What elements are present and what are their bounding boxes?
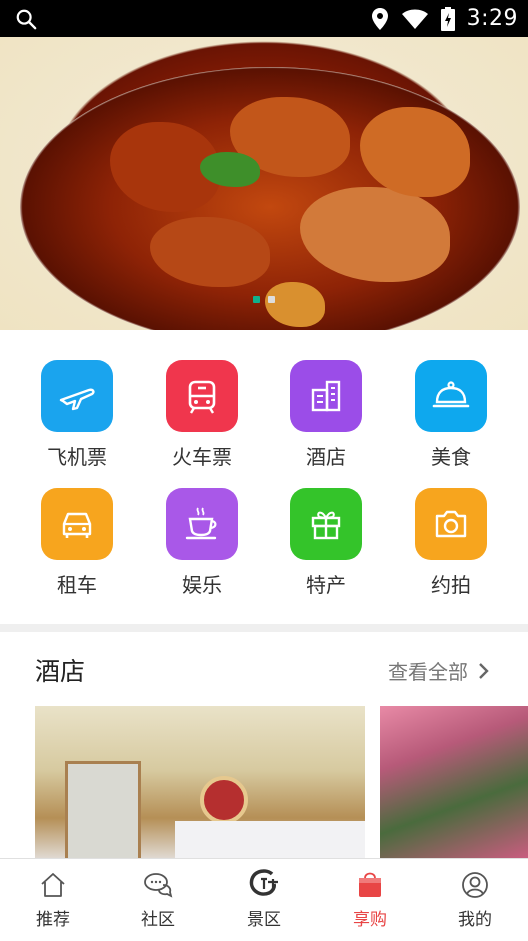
tab-label: 享购 — [353, 910, 387, 930]
shopping-bag-icon — [359, 872, 381, 897]
banner-dot — [268, 296, 275, 303]
category-label: 特产 — [306, 573, 346, 597]
bottom-nav: 推荐 社区 景区 享购 我的 — [0, 858, 528, 941]
see-all-label: 查看全部 — [388, 660, 468, 684]
category-entertainment[interactable]: 娱乐 — [147, 488, 257, 598]
car-icon — [41, 488, 113, 560]
tab-scenic[interactable]: 景区 — [211, 859, 317, 941]
tab-label: 推荐 — [36, 910, 70, 930]
tab-label: 我的 — [458, 910, 492, 930]
tab-community[interactable]: 社区 — [105, 859, 211, 941]
see-all-link[interactable]: 查看全部 — [388, 656, 490, 685]
tab-shopping[interactable]: 享购 — [317, 859, 423, 941]
hotel-card-image[interactable] — [35, 706, 365, 866]
category-label: 娱乐 — [182, 573, 222, 597]
category-label: 美食 — [431, 445, 471, 469]
tab-label: 景区 — [247, 910, 281, 930]
section-divider — [0, 624, 528, 632]
hotel-card-image[interactable] — [380, 706, 528, 866]
category-car-rental[interactable]: 租车 — [22, 488, 132, 598]
status-time: 3:29 — [466, 6, 518, 31]
tab-mine[interactable]: 我的 — [422, 859, 528, 941]
wifi-icon — [401, 9, 428, 29]
scenic-logo-icon — [249, 869, 278, 896]
tab-recommend[interactable]: 推荐 — [0, 859, 106, 941]
home-icon — [41, 873, 65, 897]
section-title: 酒店 — [35, 657, 86, 686]
category-label: 租车 — [57, 573, 97, 597]
search-icon[interactable] — [15, 8, 37, 30]
category-food[interactable]: 美食 — [396, 360, 506, 470]
banner-dot-active — [253, 296, 260, 303]
location-icon — [371, 7, 388, 30]
food-cloche-icon — [415, 360, 487, 432]
plane-icon — [41, 360, 113, 432]
category-specialty[interactable]: 特产 — [271, 488, 381, 598]
gift-icon — [290, 488, 362, 560]
category-label: 飞机票 — [47, 445, 107, 469]
status-bar: 3:29 — [0, 0, 528, 37]
category-label: 酒店 — [306, 445, 346, 469]
category-photo-shoot[interactable]: 约拍 — [396, 488, 506, 598]
chat-icon — [144, 873, 173, 898]
train-icon — [166, 360, 238, 432]
category-label: 火车票 — [172, 445, 232, 469]
coffee-cup-icon — [166, 488, 238, 560]
category-label: 约拍 — [431, 573, 471, 597]
category-flight[interactable]: 飞机票 — [22, 360, 132, 470]
banner-carousel[interactable] — [0, 37, 528, 330]
user-icon — [462, 872, 488, 898]
camera-icon — [415, 488, 487, 560]
category-train[interactable]: 火车票 — [147, 360, 257, 470]
category-hotel[interactable]: 酒店 — [271, 360, 381, 470]
category-grid: 飞机票 火车票 酒店 美食 租车 娱乐 特产 约拍 — [0, 330, 528, 624]
banner-indicator — [0, 296, 528, 303]
tab-label: 社区 — [141, 910, 175, 930]
chevron-right-icon — [479, 662, 489, 679]
hotel-icon — [290, 360, 362, 432]
battery-icon — [440, 6, 455, 31]
